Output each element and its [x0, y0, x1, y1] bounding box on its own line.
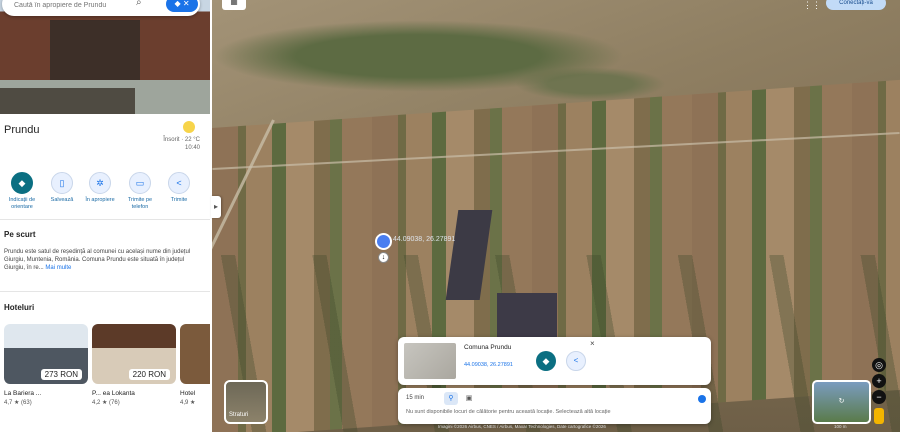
location-pin-icon[interactable]: [375, 233, 392, 250]
hotels-heading: Hoteluri: [4, 303, 35, 312]
share-icon[interactable]: <: [566, 351, 586, 371]
hotel-price: 273 RON: [40, 369, 82, 380]
directions-action[interactable]: ◆ Indicații de orientare: [2, 172, 42, 211]
zoom-out-icon[interactable]: −: [872, 390, 886, 404]
close-icon[interactable]: ×: [590, 339, 595, 348]
send-to-phone-action[interactable]: ▭ Trimite pe telefon: [120, 172, 160, 211]
photo-lawn: [0, 88, 135, 114]
phone-icon: ▭: [129, 172, 151, 194]
hotel-photo: 273 RON: [4, 324, 88, 384]
about-heading: Pe scurt: [4, 230, 36, 239]
apps-grid-icon[interactable]: ⋮⋮: [803, 0, 821, 11]
search-box[interactable]: ⌕ ◆ ✕: [2, 0, 200, 16]
hotel-rating: 4,9 ★: [180, 400, 196, 406]
share-action[interactable]: < Trimite: [159, 172, 199, 204]
car-icon[interactable]: ▣: [462, 392, 476, 405]
action-label: În apropiere: [85, 197, 115, 203]
compass-marker-icon[interactable]: ↓: [378, 252, 389, 263]
place-thumbnail: [404, 343, 456, 379]
nearby-action[interactable]: ✲ În apropiere: [80, 172, 120, 204]
map-dark-field: [497, 293, 557, 338]
hotel-card[interactable]: 220 RON P... ea Lokanta 4,2 ★ (76): [92, 324, 176, 432]
action-label: Trimite pe telefon: [127, 197, 153, 210]
action-label: Trimite: [170, 197, 188, 203]
travel-card: 15 min ⚲ ▣ Nu sunt disponibile locuri de…: [398, 388, 711, 424]
place-photo[interactable]: [0, 0, 210, 114]
search-input[interactable]: [12, 0, 134, 13]
signin-button[interactable]: Conectați-vă: [826, 0, 886, 10]
location-icon[interactable]: ◎: [872, 358, 886, 372]
photo-gate: [50, 20, 140, 80]
weather-time: 10:40: [184, 145, 200, 151]
hotel-photo: 220 RON: [92, 324, 176, 384]
bookmark-icon: ▯: [51, 172, 73, 194]
layers-button[interactable]: Straturi: [224, 380, 268, 424]
directions-icon: ◆: [11, 172, 33, 194]
hotel-photo: [180, 324, 210, 384]
action-label: Indicații de orientare: [8, 197, 36, 210]
walk-icon[interactable]: ⚲: [444, 392, 458, 405]
share-icon: <: [168, 172, 190, 194]
pin-coordinates-label: 44.09038, 26.27891: [393, 236, 456, 243]
divider: [0, 291, 210, 292]
hotel-price: 220 RON: [128, 369, 170, 380]
place-title: Prundu: [4, 124, 40, 136]
directions-icon[interactable]: ◆: [536, 351, 556, 371]
map-attribution: Imagini ©2026 Airbus, CNES / Airbus, Max…: [438, 424, 606, 429]
hotel-name: P... ea Lokanta: [92, 390, 135, 397]
hotel-name: Hotel: [180, 390, 196, 397]
collapse-panel-button[interactable]: ▸: [211, 196, 221, 218]
about-text: Prundu este satul de reședință al comune…: [4, 248, 204, 272]
street-view-thumbnail[interactable]: ↻: [812, 380, 871, 424]
more-link[interactable]: Mai multe: [45, 265, 71, 271]
place-panel: ⌕ ◆ ✕ Prundu Însorit · 22 °C 10:40 ◆ Ind…: [0, 0, 212, 432]
hotel-card[interactable]: 273 RON La Bariera ... 4,7 ★ (63): [4, 324, 88, 432]
sun-icon: [183, 121, 195, 133]
travel-time-select[interactable]: 15 min: [406, 395, 424, 401]
divider: [0, 219, 210, 220]
search-icon[interactable]: ⌕: [136, 0, 142, 8]
card-title: Comuna Prundu: [464, 344, 512, 351]
hotel-card[interactable]: Hotel 4,9 ★: [180, 324, 210, 432]
save-action[interactable]: ▯ Salvează: [42, 172, 82, 204]
nearby-icon: ✲: [89, 172, 111, 194]
action-label: Salvează: [50, 197, 74, 203]
hotel-name: La Bariera ...: [4, 390, 42, 397]
pegman-icon[interactable]: [874, 408, 884, 424]
hotel-rating: 4,2 ★ (76): [92, 400, 120, 406]
map-scale: 100 m: [834, 424, 847, 429]
toggle-icon[interactable]: [698, 395, 706, 403]
about-body: Prundu este satul de reședință al comune…: [4, 249, 191, 271]
menu-button[interactable]: ▦: [222, 0, 246, 10]
zoom-in-icon[interactable]: +: [872, 374, 886, 388]
place-card[interactable]: Comuna Prundu 44.09038, 26.27891 ◆ < ×: [398, 337, 711, 385]
hotel-rating: 4,7 ★ (63): [4, 400, 32, 406]
travel-note: Nu sunt disponibile locuri de călătorie …: [406, 409, 611, 415]
card-coordinates[interactable]: 44.09038, 26.27891: [464, 362, 513, 368]
layers-label: Straturi: [229, 412, 249, 418]
directions-close-button[interactable]: ◆ ✕: [166, 0, 198, 12]
action-buttons: ◆ Indicații de orientare ▯ Salvează ✲ În…: [2, 172, 208, 216]
weather-info: Însorit · 22 °C 10:40: [150, 136, 200, 152]
weather-text: Însorit · 22 °C: [163, 137, 200, 143]
